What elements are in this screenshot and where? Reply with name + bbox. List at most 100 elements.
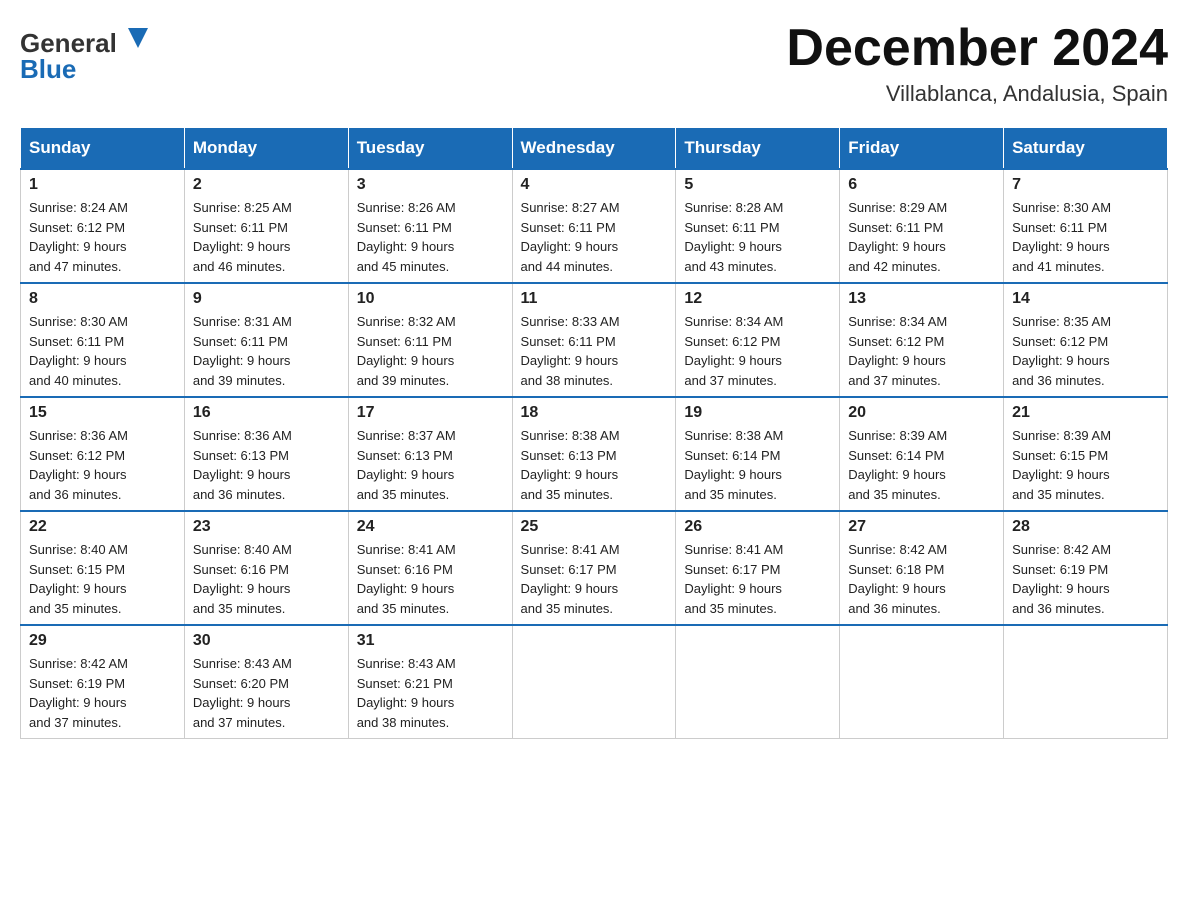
day-number: 12 — [684, 290, 831, 308]
svg-text:Blue: Blue — [20, 54, 76, 84]
day-info: Sunrise: 8:39 AMSunset: 6:15 PMDaylight:… — [1012, 428, 1111, 502]
day-number: 23 — [193, 518, 340, 536]
table-row: 10 Sunrise: 8:32 AMSunset: 6:11 PMDaylig… — [348, 283, 512, 397]
table-row: 4 Sunrise: 8:27 AMSunset: 6:11 PMDayligh… — [512, 169, 676, 283]
location-title: Villablanca, Andalusia, Spain — [786, 81, 1168, 107]
table-row — [840, 625, 1004, 739]
day-info: Sunrise: 8:31 AMSunset: 6:11 PMDaylight:… — [193, 314, 292, 388]
day-number: 20 — [848, 404, 995, 422]
day-info: Sunrise: 8:39 AMSunset: 6:14 PMDaylight:… — [848, 428, 947, 502]
table-row: 24 Sunrise: 8:41 AMSunset: 6:16 PMDaylig… — [348, 511, 512, 625]
table-row: 19 Sunrise: 8:38 AMSunset: 6:14 PMDaylig… — [676, 397, 840, 511]
day-info: Sunrise: 8:41 AMSunset: 6:17 PMDaylight:… — [684, 542, 783, 616]
day-info: Sunrise: 8:36 AMSunset: 6:13 PMDaylight:… — [193, 428, 292, 502]
table-row — [512, 625, 676, 739]
day-info: Sunrise: 8:24 AMSunset: 6:12 PMDaylight:… — [29, 200, 128, 274]
logo: General Blue — [20, 20, 150, 85]
day-info: Sunrise: 8:36 AMSunset: 6:12 PMDaylight:… — [29, 428, 128, 502]
day-number: 15 — [29, 404, 176, 422]
day-info: Sunrise: 8:33 AMSunset: 6:11 PMDaylight:… — [521, 314, 620, 388]
col-thursday: Thursday — [676, 128, 840, 170]
week-row-2: 8 Sunrise: 8:30 AMSunset: 6:11 PMDayligh… — [21, 283, 1168, 397]
table-row: 17 Sunrise: 8:37 AMSunset: 6:13 PMDaylig… — [348, 397, 512, 511]
table-row: 5 Sunrise: 8:28 AMSunset: 6:11 PMDayligh… — [676, 169, 840, 283]
col-monday: Monday — [184, 128, 348, 170]
day-number: 11 — [521, 290, 668, 308]
day-info: Sunrise: 8:43 AMSunset: 6:21 PMDaylight:… — [357, 656, 456, 730]
table-row: 21 Sunrise: 8:39 AMSunset: 6:15 PMDaylig… — [1004, 397, 1168, 511]
table-row: 7 Sunrise: 8:30 AMSunset: 6:11 PMDayligh… — [1004, 169, 1168, 283]
day-number: 9 — [193, 290, 340, 308]
day-info: Sunrise: 8:26 AMSunset: 6:11 PMDaylight:… — [357, 200, 456, 274]
day-info: Sunrise: 8:41 AMSunset: 6:17 PMDaylight:… — [521, 542, 620, 616]
week-row-4: 22 Sunrise: 8:40 AMSunset: 6:15 PMDaylig… — [21, 511, 1168, 625]
day-number: 2 — [193, 176, 340, 194]
table-row: 18 Sunrise: 8:38 AMSunset: 6:13 PMDaylig… — [512, 397, 676, 511]
title-area: December 2024 Villablanca, Andalusia, Sp… — [786, 20, 1168, 107]
day-number: 14 — [1012, 290, 1159, 308]
week-row-3: 15 Sunrise: 8:36 AMSunset: 6:12 PMDaylig… — [21, 397, 1168, 511]
day-info: Sunrise: 8:42 AMSunset: 6:19 PMDaylight:… — [1012, 542, 1111, 616]
week-row-5: 29 Sunrise: 8:42 AMSunset: 6:19 PMDaylig… — [21, 625, 1168, 739]
table-row: 15 Sunrise: 8:36 AMSunset: 6:12 PMDaylig… — [21, 397, 185, 511]
day-number: 17 — [357, 404, 504, 422]
day-number: 21 — [1012, 404, 1159, 422]
day-info: Sunrise: 8:37 AMSunset: 6:13 PMDaylight:… — [357, 428, 456, 502]
day-number: 5 — [684, 176, 831, 194]
day-number: 30 — [193, 632, 340, 650]
col-wednesday: Wednesday — [512, 128, 676, 170]
day-info: Sunrise: 8:42 AMSunset: 6:19 PMDaylight:… — [29, 656, 128, 730]
logo-svg: General Blue — [20, 20, 150, 85]
day-number: 8 — [29, 290, 176, 308]
col-sunday: Sunday — [21, 128, 185, 170]
table-row: 1 Sunrise: 8:24 AMSunset: 6:12 PMDayligh… — [21, 169, 185, 283]
table-row: 23 Sunrise: 8:40 AMSunset: 6:16 PMDaylig… — [184, 511, 348, 625]
day-number: 29 — [29, 632, 176, 650]
col-friday: Friday — [840, 128, 1004, 170]
table-row: 31 Sunrise: 8:43 AMSunset: 6:21 PMDaylig… — [348, 625, 512, 739]
table-row: 20 Sunrise: 8:39 AMSunset: 6:14 PMDaylig… — [840, 397, 1004, 511]
table-row: 14 Sunrise: 8:35 AMSunset: 6:12 PMDaylig… — [1004, 283, 1168, 397]
day-info: Sunrise: 8:43 AMSunset: 6:20 PMDaylight:… — [193, 656, 292, 730]
day-info: Sunrise: 8:41 AMSunset: 6:16 PMDaylight:… — [357, 542, 456, 616]
day-number: 25 — [521, 518, 668, 536]
table-row — [1004, 625, 1168, 739]
day-info: Sunrise: 8:25 AMSunset: 6:11 PMDaylight:… — [193, 200, 292, 274]
day-number: 26 — [684, 518, 831, 536]
day-info: Sunrise: 8:38 AMSunset: 6:14 PMDaylight:… — [684, 428, 783, 502]
day-number: 3 — [357, 176, 504, 194]
day-number: 7 — [1012, 176, 1159, 194]
table-row: 6 Sunrise: 8:29 AMSunset: 6:11 PMDayligh… — [840, 169, 1004, 283]
day-info: Sunrise: 8:30 AMSunset: 6:11 PMDaylight:… — [29, 314, 128, 388]
table-row: 3 Sunrise: 8:26 AMSunset: 6:11 PMDayligh… — [348, 169, 512, 283]
day-number: 31 — [357, 632, 504, 650]
table-row: 11 Sunrise: 8:33 AMSunset: 6:11 PMDaylig… — [512, 283, 676, 397]
day-number: 18 — [521, 404, 668, 422]
day-info: Sunrise: 8:27 AMSunset: 6:11 PMDaylight:… — [521, 200, 620, 274]
table-row: 25 Sunrise: 8:41 AMSunset: 6:17 PMDaylig… — [512, 511, 676, 625]
day-number: 19 — [684, 404, 831, 422]
table-row: 12 Sunrise: 8:34 AMSunset: 6:12 PMDaylig… — [676, 283, 840, 397]
day-info: Sunrise: 8:38 AMSunset: 6:13 PMDaylight:… — [521, 428, 620, 502]
table-row: 8 Sunrise: 8:30 AMSunset: 6:11 PMDayligh… — [21, 283, 185, 397]
table-row: 9 Sunrise: 8:31 AMSunset: 6:11 PMDayligh… — [184, 283, 348, 397]
day-number: 28 — [1012, 518, 1159, 536]
day-info: Sunrise: 8:35 AMSunset: 6:12 PMDaylight:… — [1012, 314, 1111, 388]
week-row-1: 1 Sunrise: 8:24 AMSunset: 6:12 PMDayligh… — [21, 169, 1168, 283]
day-number: 22 — [29, 518, 176, 536]
day-number: 16 — [193, 404, 340, 422]
day-info: Sunrise: 8:29 AMSunset: 6:11 PMDaylight:… — [848, 200, 947, 274]
day-info: Sunrise: 8:34 AMSunset: 6:12 PMDaylight:… — [684, 314, 783, 388]
header-row: Sunday Monday Tuesday Wednesday Thursday… — [21, 128, 1168, 170]
day-info: Sunrise: 8:40 AMSunset: 6:15 PMDaylight:… — [29, 542, 128, 616]
col-tuesday: Tuesday — [348, 128, 512, 170]
day-info: Sunrise: 8:32 AMSunset: 6:11 PMDaylight:… — [357, 314, 456, 388]
day-info: Sunrise: 8:34 AMSunset: 6:12 PMDaylight:… — [848, 314, 947, 388]
table-row: 22 Sunrise: 8:40 AMSunset: 6:15 PMDaylig… — [21, 511, 185, 625]
day-number: 6 — [848, 176, 995, 194]
table-row: 29 Sunrise: 8:42 AMSunset: 6:19 PMDaylig… — [21, 625, 185, 739]
table-row: 28 Sunrise: 8:42 AMSunset: 6:19 PMDaylig… — [1004, 511, 1168, 625]
day-number: 10 — [357, 290, 504, 308]
header: General Blue December 2024 Villablanca, … — [20, 20, 1168, 107]
table-row: 16 Sunrise: 8:36 AMSunset: 6:13 PMDaylig… — [184, 397, 348, 511]
